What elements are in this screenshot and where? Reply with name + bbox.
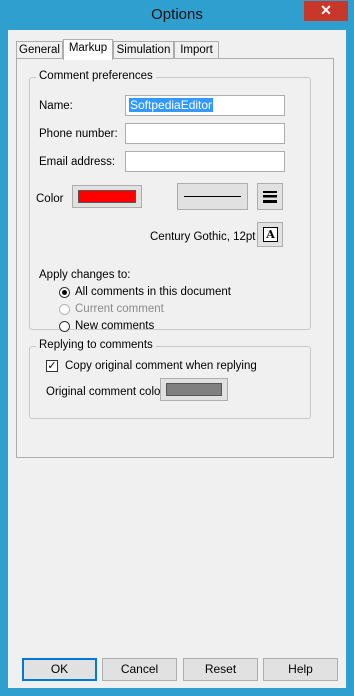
- copy-original-label[interactable]: Copy original comment when replying: [65, 360, 257, 372]
- tab-import[interactable]: Import: [174, 41, 219, 59]
- apply-new-radio[interactable]: [59, 321, 70, 332]
- comment-color-button[interactable]: [72, 185, 142, 208]
- copy-original-checkbox[interactable]: ✓: [46, 360, 58, 372]
- replying-group: Replying to comments ✓ Copy original com…: [29, 339, 311, 419]
- cancel-button[interactable]: Cancel: [102, 658, 177, 681]
- original-color-label: Original comment color: [46, 386, 165, 398]
- name-field[interactable]: SoftpediaEditor: [125, 95, 285, 116]
- name-field-value: SoftpediaEditor: [129, 98, 214, 112]
- ok-button[interactable]: OK: [22, 658, 97, 681]
- window-title: Options: [151, 6, 203, 23]
- email-address-label: Email address:: [39, 156, 116, 168]
- name-label: Name:: [39, 100, 73, 112]
- comment-preferences-legend: Comment preferences: [36, 70, 156, 82]
- original-color-button[interactable]: [160, 378, 228, 401]
- color-label: Color: [36, 193, 64, 205]
- line-width-icon: [263, 191, 277, 203]
- options-window: Options ✕ General Markup Simulation Impo…: [0, 0, 354, 696]
- apply-new-label[interactable]: New comments: [75, 320, 154, 332]
- font-button[interactable]: A: [257, 222, 283, 247]
- tab-simulation[interactable]: Simulation: [113, 41, 174, 59]
- reset-button[interactable]: Reset: [183, 658, 258, 681]
- original-color-swatch: [166, 383, 222, 396]
- line-style-button[interactable]: [177, 183, 248, 210]
- font-description: Century Gothic, 12pt: [150, 231, 256, 243]
- tab-markup[interactable]: Markup: [63, 39, 113, 60]
- line-width-button[interactable]: [257, 183, 283, 210]
- dialog-client-area: General Markup Simulation Import Comment…: [8, 30, 346, 688]
- tab-general[interactable]: General: [16, 41, 63, 59]
- markup-tab-panel: Comment preferences Name: SoftpediaEdito…: [16, 58, 334, 458]
- checkmark-icon: ✓: [47, 360, 57, 372]
- email-address-field[interactable]: [125, 151, 285, 172]
- replying-legend: Replying to comments: [36, 339, 156, 351]
- close-button[interactable]: ✕: [304, 1, 348, 21]
- font-icon: A: [263, 227, 278, 242]
- apply-current-radio[interactable]: [59, 304, 70, 315]
- line-sample: [184, 196, 241, 197]
- help-button[interactable]: Help: [263, 658, 338, 681]
- phone-number-field[interactable]: [125, 123, 285, 144]
- apply-changes-label: Apply changes to:: [39, 269, 131, 281]
- comment-color-swatch: [78, 190, 136, 203]
- title-bar[interactable]: Options ✕: [0, 0, 354, 30]
- phone-number-label: Phone number:: [39, 128, 118, 140]
- comment-preferences-group: Comment preferences Name: SoftpediaEdito…: [29, 70, 311, 332]
- apply-all-label[interactable]: All comments in this document: [75, 286, 231, 298]
- apply-all-radio[interactable]: [59, 287, 70, 298]
- apply-current-label[interactable]: Current comment: [75, 303, 164, 315]
